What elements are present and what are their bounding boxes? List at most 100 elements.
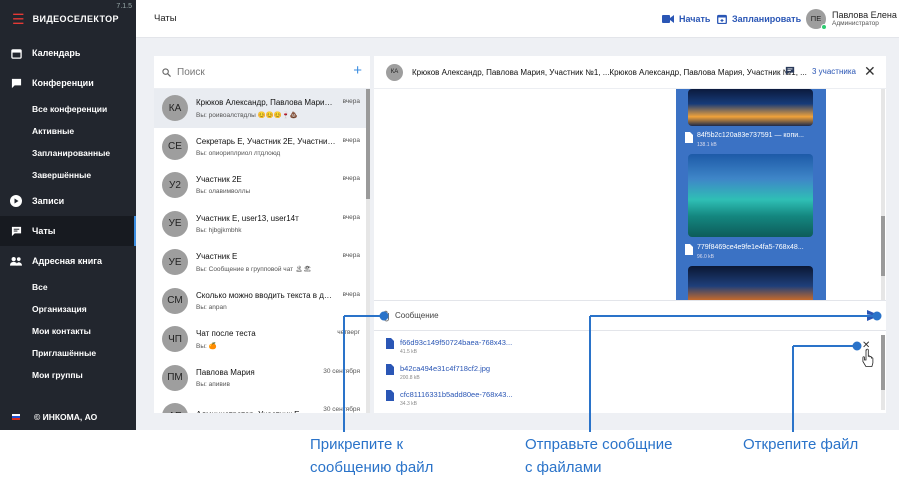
chat-icon xyxy=(10,225,22,237)
attached-file[interactable]: b42ca494e31c4f718cf2.jpg 200.8 kB xyxy=(386,364,490,381)
chat-avatar: ПМ xyxy=(162,364,188,391)
app-version: 7.1.5 xyxy=(116,3,132,10)
file-icon xyxy=(386,364,394,375)
chat-list-item[interactable]: У2 Участник 2Е Вы: олавимволлы вчера xyxy=(154,166,370,205)
nav-records[interactable]: Записи xyxy=(0,186,136,216)
message-file-name[interactable]: 779f8469ce4e9fe1e4fa5-768x48... xyxy=(697,244,804,251)
nav-address-book[interactable]: Адресная книга xyxy=(0,246,136,276)
new-chat-plus-icon[interactable]: + xyxy=(353,62,362,79)
chat-avatar: УЕ xyxy=(162,249,188,276)
user-role: Администратор xyxy=(832,20,879,27)
chat-list-item[interactable]: ПМ Павлова Мария Вы: апивив 30 сентября xyxy=(154,359,370,398)
image-attachment[interactable] xyxy=(688,89,813,126)
calendar-plus-icon xyxy=(717,14,727,24)
chat-list-item[interactable]: АЕ Администратор, Участник Е30 сентября xyxy=(154,397,370,413)
user-name: Павлова Елена xyxy=(832,10,897,20)
chat-item-last-message: Вы: опиориплриол лтдлоюд xyxy=(196,149,281,157)
chat-avatar: УЕ xyxy=(162,210,188,237)
chat-avatar-initials: АЕ xyxy=(168,411,181,413)
chat-item-last-message: Вы: 🍊 xyxy=(196,342,217,350)
chat-item-text: Участник Е Вы: Сообщение в групповой чат … xyxy=(196,252,336,273)
nav-my-contacts[interactable]: Мои контакты xyxy=(0,320,136,342)
chat-list-panel: Поиск + КА Крюков Александр, Павлова Мари… xyxy=(154,56,370,413)
nav-organization[interactable]: Организация xyxy=(0,298,136,320)
nav-invited[interactable]: Приглашённые xyxy=(0,342,136,364)
chat-panel: КА Крюков Александр, Павлова Мария, Учас… xyxy=(374,56,886,413)
attached-file[interactable]: cfc81116331b5add80ee-768x43... 34.3 kB xyxy=(386,390,513,407)
nav-address-book-label: Адресная книга xyxy=(32,256,103,266)
chat-item-text: Администратор, Участник Е xyxy=(196,410,336,413)
chat-item-time: вчера xyxy=(342,136,360,144)
chat-list-item[interactable]: СМ Сколько можно вводить текста в данное … xyxy=(154,282,370,321)
chat-list-item[interactable]: УЕ Участник Е Вы: Сообщение в групповой ча… xyxy=(154,243,370,282)
chat-item-text: Крюков Александр, Павлова Мария, Участни… xyxy=(196,98,336,119)
message-icon[interactable] xyxy=(785,66,795,76)
nav-my-groups[interactable]: Мои группы xyxy=(0,364,136,386)
callout-send-line1: Отправьте сообщние xyxy=(525,436,673,453)
nav-calendar[interactable]: Календарь xyxy=(0,38,136,68)
paperclip-icon[interactable] xyxy=(383,310,390,322)
chat-item-name: Крюков Александр, Павлова Мария, Участни… xyxy=(196,97,336,107)
chat-item-last-message: Вы: олавимволлы xyxy=(196,188,251,196)
user-avatar: ПЕ xyxy=(806,8,827,30)
chat-item-text: Чат после теста Вы: 🍊 xyxy=(196,329,336,350)
search-icon xyxy=(162,67,171,77)
chat-avatar-initials: КА xyxy=(168,102,182,114)
image-attachment[interactable] xyxy=(688,266,813,300)
chat-scrollbar-thumb[interactable] xyxy=(881,216,885,276)
nav-scheduled[interactable]: Запланированные xyxy=(0,142,136,164)
chat-item-name: Участник Е xyxy=(196,251,238,261)
nav-active[interactable]: Активные xyxy=(0,120,136,142)
attached-file-name[interactable]: f66d93c149f50724baea-768x43... xyxy=(400,338,512,347)
send-icon[interactable] xyxy=(867,310,880,321)
search-input[interactable]: Поиск xyxy=(177,67,205,78)
russian-flag-icon[interactable] xyxy=(12,414,20,420)
chat-title: Крюков Александр, Павлова Мария, Участни… xyxy=(412,67,807,77)
close-icon[interactable]: ✕ xyxy=(864,64,876,78)
chat-item-last-message: Вы: апивив xyxy=(196,380,230,388)
chat-item-time: вчера xyxy=(342,213,360,221)
nav-conferences-label: Конференции xyxy=(32,78,94,88)
callout-detach: Открепите файл xyxy=(743,433,858,456)
chat-list-item[interactable]: УЕ Участник Е, user13, user14т Вы: hjbgjkm… xyxy=(154,205,370,244)
chat-list-item[interactable]: КА Крюков Александр, Павлова Мария, Участ… xyxy=(154,89,370,128)
user-menu[interactable]: ПЕ Павлова Елена Администратор xyxy=(806,8,897,30)
attached-file-name[interactable]: b42ca494e31c4f718cf2.jpg xyxy=(400,364,490,373)
callout-send: Отправьте сообщние с файлами xyxy=(525,433,672,480)
chat-item-name: Чат после теста xyxy=(196,328,256,338)
message-input[interactable]: Сообщение xyxy=(395,311,439,320)
schedule-button[interactable]: Запланировать xyxy=(717,14,801,24)
chat-item-name: Участник 2Е xyxy=(196,175,242,185)
chat-avatar-initials: УЕ xyxy=(168,256,182,268)
chat-avatar-initials: У2 xyxy=(169,179,181,191)
chat-avatar: ЧП xyxy=(162,326,188,353)
chat-list-scrollbar-thumb[interactable] xyxy=(366,89,370,199)
nav-finished[interactable]: Завершённые xyxy=(0,164,136,186)
nav-chats[interactable]: Чаты xyxy=(0,216,136,246)
nav-conferences[interactable]: Конференции xyxy=(0,68,136,98)
image-attachment[interactable] xyxy=(688,154,813,237)
chat-list-item[interactable]: ЧП Чат после теста Вы: 🍊 четверг xyxy=(154,320,370,359)
search-bar[interactable]: Поиск + xyxy=(154,56,370,89)
message-file-name[interactable]: 84f5b2c120a83e737591 — копи... xyxy=(697,132,804,139)
chat-item-time: вчера xyxy=(342,98,360,105)
nav-all[interactable]: Все xyxy=(0,276,136,298)
copyright: © ИНКОМА, АО xyxy=(34,412,98,422)
chat-item-name: Администратор, Участник Е xyxy=(196,410,336,413)
menu-icon[interactable]: ☰ xyxy=(12,12,25,26)
message-input-row: Сообщение xyxy=(374,300,886,330)
chat-avatar-initials: СМ xyxy=(167,295,183,307)
participants-link[interactable]: 3 участника xyxy=(812,67,856,76)
attached-file[interactable]: f66d93c149f50724baea-768x43... 41.5 kB xyxy=(386,338,512,355)
files-scrollbar-thumb[interactable] xyxy=(881,335,885,390)
main-content: Поиск + КА Крюков Александр, Павлова Мари… xyxy=(136,38,899,430)
app-logo: ВИДЕОСЕЛЕКТОР xyxy=(32,14,119,24)
chat-avatar: АЕ xyxy=(162,403,188,413)
remove-attachment-icon[interactable]: ✕ xyxy=(862,340,870,351)
chat-item-time: вчера xyxy=(342,290,360,298)
nav-all-conferences[interactable]: Все конференции xyxy=(0,98,136,120)
start-button[interactable]: Начать xyxy=(662,14,710,24)
chat-list-item[interactable]: СЕ Секретарь Е, Участник 2Е, Участник Е Вы… xyxy=(154,128,370,167)
attached-file-name[interactable]: cfc81116331b5add80ee-768x43... xyxy=(400,390,513,399)
chat-header: КА Крюков Александр, Павлова Мария, Учас… xyxy=(374,56,886,89)
